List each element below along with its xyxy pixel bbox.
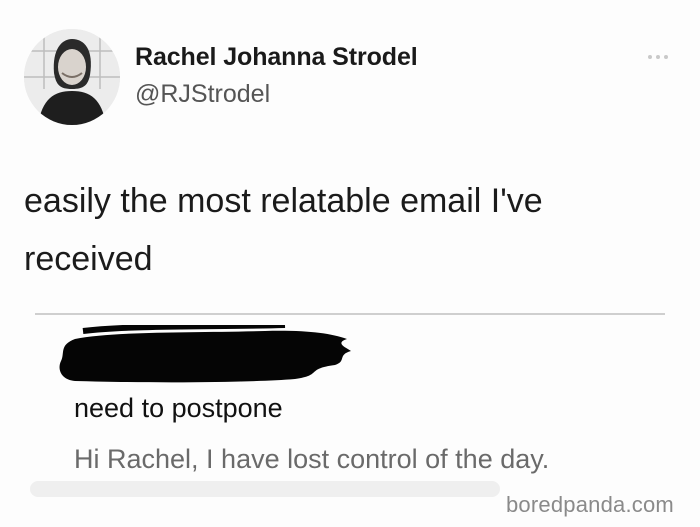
- profile-photo-icon: [24, 29, 120, 125]
- divider: [35, 313, 665, 315]
- watermark: boredpanda.com: [506, 492, 674, 517]
- author-handle[interactable]: @RJStrodel: [135, 80, 270, 109]
- email-subject[interactable]: need to postpone: [74, 393, 283, 424]
- avatar[interactable]: [24, 29, 120, 125]
- email-preview[interactable]: Hi Rachel, I have lost control of the da…: [74, 444, 549, 475]
- blurred-line: [30, 481, 500, 497]
- tweet-text: easily the most relatable email I've rec…: [24, 182, 543, 278]
- redacted-sender: [59, 325, 351, 383]
- tweet-screenshot: Rachel Johanna Strodel @RJStrodel easily…: [0, 0, 700, 527]
- author-display-name[interactable]: Rachel Johanna Strodel: [135, 43, 418, 72]
- ellipsis-icon[interactable]: [648, 52, 678, 62]
